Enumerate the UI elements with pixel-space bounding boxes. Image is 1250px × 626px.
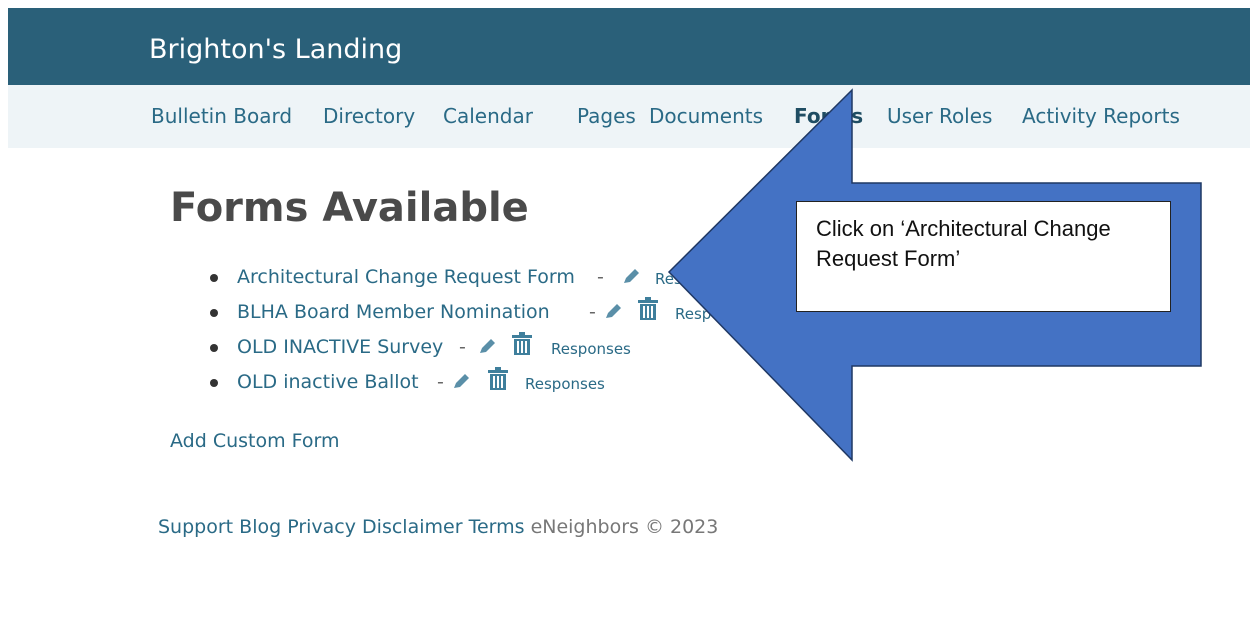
nav-item-calendar[interactable]: Calendar: [443, 104, 533, 128]
form-link-blha-board-nomination[interactable]: BLHA Board Member Nomination: [237, 299, 550, 325]
pencil-icon[interactable]: [621, 267, 641, 287]
footer-disclaimer-link[interactable]: Disclaimer: [362, 516, 462, 538]
main-nav: Bulletin Board Directory Calendar Pages …: [8, 85, 1250, 148]
nav-item-user-roles[interactable]: User Roles: [887, 104, 992, 128]
bullet: [210, 274, 218, 282]
trash-icon[interactable]: [637, 297, 659, 321]
copyright-text: eNeighbors © 2023: [530, 516, 719, 538]
pencil-icon[interactable]: [451, 372, 471, 392]
bullet: [210, 344, 218, 352]
nav-item-activity-reports[interactable]: Activity Reports: [1022, 104, 1180, 128]
nav-item-directory[interactable]: Directory: [323, 104, 415, 128]
site-title[interactable]: Brighton's Landing: [149, 34, 402, 66]
nav-item-pages[interactable]: Pages: [577, 104, 636, 128]
footer: Support Blog Privacy Disclaimer Terms eN…: [158, 515, 718, 539]
left-margin: [0, 0, 8, 626]
pencil-icon[interactable]: [477, 337, 497, 357]
bullet: [210, 309, 218, 317]
responses-link[interactable]: Responses: [655, 269, 735, 289]
responses-link[interactable]: Responses: [525, 374, 605, 394]
separator: -: [459, 336, 466, 358]
nav-item-bulletin-board[interactable]: Bulletin Board: [151, 104, 292, 128]
separator: -: [597, 266, 604, 288]
annotation-callout: Click on ‘Architectural Change Request F…: [796, 201, 1171, 312]
add-custom-form-link[interactable]: Add Custom Form: [170, 429, 340, 453]
responses-link[interactable]: Responses: [551, 339, 631, 359]
responses-link[interactable]: Responses: [675, 304, 755, 324]
page-title: Forms Available: [170, 185, 529, 231]
bullet: [210, 379, 218, 387]
nav-item-documents[interactable]: Documents: [649, 104, 763, 128]
form-link-old-inactive-survey[interactable]: OLD INACTIVE Survey: [237, 334, 443, 360]
footer-terms-link[interactable]: Terms: [469, 516, 525, 538]
separator: -: [589, 301, 596, 323]
form-link-architectural-change[interactable]: Architectural Change Request Form: [237, 264, 575, 290]
nav-item-forms[interactable]: Forms: [794, 104, 863, 128]
separator: -: [437, 371, 444, 393]
trash-icon[interactable]: [511, 332, 533, 356]
footer-blog-link[interactable]: Blog: [239, 516, 281, 538]
footer-privacy-link[interactable]: Privacy: [287, 516, 356, 538]
footer-support-link[interactable]: Support: [158, 516, 233, 538]
pencil-icon[interactable]: [603, 302, 623, 322]
trash-icon[interactable]: [487, 367, 509, 391]
site-header: Brighton's Landing: [8, 8, 1250, 85]
form-link-old-inactive-ballot[interactable]: OLD inactive Ballot: [237, 369, 419, 395]
